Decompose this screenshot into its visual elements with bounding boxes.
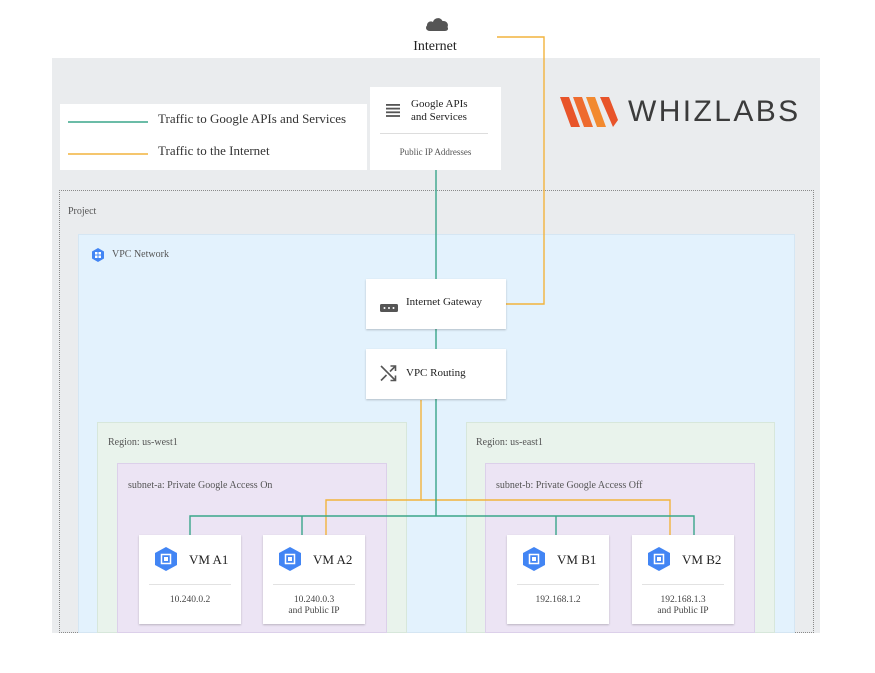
routing-icon (380, 365, 397, 387)
vpc-routing-card: VPC Routing (366, 349, 506, 399)
vm-card-b2: VM B2 192.168.1.3 and Public IP (632, 535, 734, 624)
vpc-routing-label: VPC Routing (406, 367, 466, 379)
vm-card-a1: VM A1 10.240.0.2 (139, 535, 241, 624)
internet-route-line (325, 400, 422, 535)
vm-ip-address: 192.168.1.3 and Public IP (657, 595, 709, 616)
vm-name: VM B1 (557, 552, 597, 567)
divider (273, 584, 355, 585)
divider (149, 584, 231, 585)
legend-internet-label: Traffic to the Internet (158, 143, 270, 158)
google-apis-card: Google APIs and Services Public IP Addre… (370, 87, 501, 170)
compute-engine-icon (277, 546, 303, 572)
compute-engine-icon (521, 546, 547, 572)
internet-route-line (497, 36, 545, 305)
cloud-icon (424, 15, 450, 37)
vm-name: VM B2 (682, 552, 722, 567)
divider (380, 133, 488, 134)
compute-engine-icon (646, 546, 672, 572)
page-footer-space (0, 633, 875, 673)
vm-card-a2: VM A2 10.240.0.3 and Public IP (263, 535, 365, 624)
divider (517, 584, 599, 585)
list-icon (386, 104, 400, 122)
internet-route-line (421, 499, 671, 535)
vm-ip-address: 10.240.0.3 and Public IP (288, 595, 340, 616)
vm-ip-address: 192.168.1.2 (535, 595, 581, 605)
divider (642, 584, 724, 585)
internet-gateway-card: Internet Gateway (366, 279, 506, 329)
legend: Traffic to Google APIs and Services Traf… (60, 104, 367, 170)
google-route-line (189, 515, 695, 535)
vm-name: VM A1 (189, 552, 229, 567)
vm-ip-address: 10.240.0.2 (169, 595, 211, 605)
internet-label: Internet (413, 39, 457, 54)
vm-card-b1: VM B1 192.168.1.2 (507, 535, 609, 624)
compute-engine-icon (153, 546, 179, 572)
gateway-icon (380, 299, 398, 317)
whizlabs-logo-icon (560, 94, 622, 135)
internet-gateway-label: Internet Gateway (406, 296, 483, 308)
whizlabs-brand-name: WHIZLABS (628, 95, 801, 128)
google-apis-subtitle: Public IP Addresses (399, 147, 472, 157)
vm-name: VM A2 (313, 552, 353, 567)
legend-google-label: Traffic to Google APIs and Services (158, 111, 347, 126)
google-apis-title: Google APIs and Services (411, 98, 468, 123)
